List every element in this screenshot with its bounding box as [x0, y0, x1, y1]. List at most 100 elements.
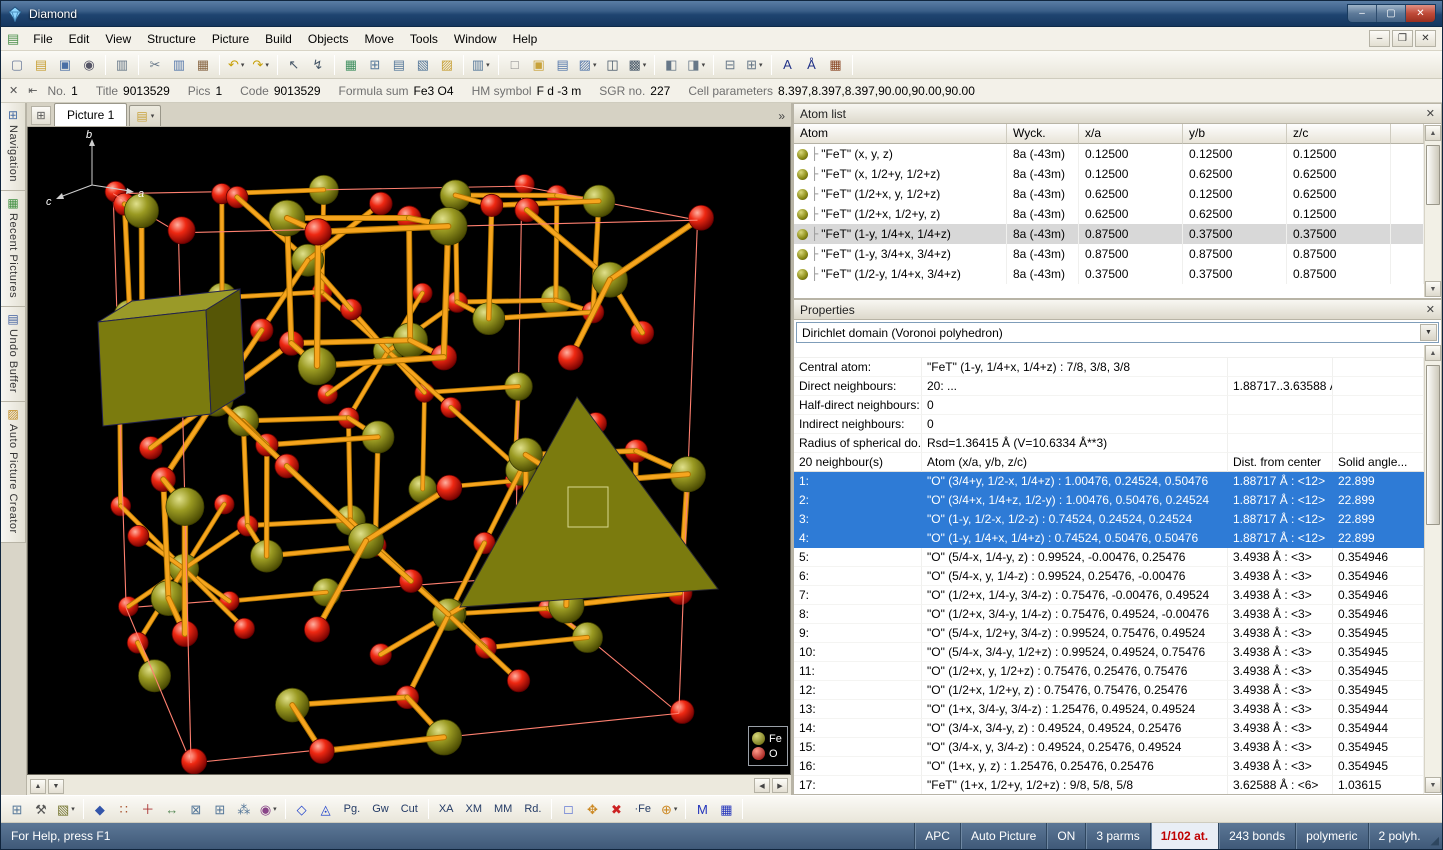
xa-button-button[interactable]: XA — [434, 798, 459, 820]
sidebar-tab-recent-pictures[interactable]: ▦Recent Pictures — [1, 191, 26, 307]
coordination-sphere-button[interactable]: ◉▾ — [257, 798, 280, 820]
cut-button-button[interactable]: Cut — [396, 798, 423, 820]
scroll-up-icon[interactable]: ▲ — [1425, 125, 1441, 141]
data-sheet-button[interactable]: ▥▾ — [469, 54, 493, 76]
oxygen-atom[interactable] — [181, 749, 206, 774]
oxygen-atom[interactable] — [689, 205, 714, 230]
neighbour-row[interactable]: 10:"O" (5/4-x, 3/4-y, 1/2+z) : 0.99524, … — [794, 643, 1424, 662]
scroll-down-icon[interactable]: ▼ — [1425, 281, 1441, 297]
active-document-icon[interactable]: ▤ — [7, 31, 19, 47]
xm-button-button[interactable]: XM — [461, 798, 488, 820]
neighbour-row[interactable]: 11:"O" (1/2+x, y, 1/2+z) : 0.75476, 0.25… — [794, 662, 1424, 681]
oxygen-atom[interactable] — [515, 174, 534, 193]
rd-button-button[interactable]: Rd. — [519, 798, 546, 820]
cut-button[interactable]: ✂ — [144, 54, 166, 76]
menu-objects[interactable]: Objects — [300, 29, 357, 49]
undo-button[interactable]: ↶▾ — [225, 54, 247, 76]
neighbour-row[interactable]: 14:"O" (3/4-x, 3/4-y, z) : 0.49524, 0.49… — [794, 719, 1424, 738]
atom-row[interactable]: ├"FeT" (1/2+x, 1/2+y, z)8a (-43m)0.62500… — [794, 204, 1424, 224]
title-bar[interactable]: Diamond – ▢ ✕ — [1, 1, 1442, 27]
broken-bonds-button[interactable]: ⁂ — [233, 798, 255, 820]
pan-right-button[interactable]: ▶ — [772, 778, 788, 793]
structure-svg[interactable]: bac — [28, 127, 791, 775]
table-highlight-button[interactable]: ▨ — [436, 54, 458, 76]
combo-dropdown-icon[interactable]: ▼ — [1420, 324, 1437, 341]
menu-view[interactable]: View — [97, 29, 139, 49]
neighbour-row[interactable]: 12:"O" (1/2+x, 1/2+y, z) : 0.75476, 0.75… — [794, 681, 1424, 700]
scroll-up-icon[interactable]: ▲ — [1425, 345, 1441, 361]
viewing-direction-button[interactable]: ⊕▾ — [658, 798, 680, 820]
property-row-central-atom[interactable]: Central atom:"FeT" (1-y, 1/4+x, 1/4+z) :… — [794, 358, 1424, 377]
print-button[interactable]: ▥ — [111, 54, 133, 76]
polyhedron-outline-button[interactable]: ◇ — [291, 798, 313, 820]
oxygen-atom[interactable] — [309, 739, 334, 764]
polyhedron-triangle[interactable] — [460, 397, 718, 607]
menu-edit[interactable]: Edit — [61, 29, 98, 49]
pan-left-button[interactable]: ◀ — [754, 778, 770, 793]
atom-row[interactable]: ├"FeT" (1-y, 3/4+x, 3/4+z)8a (-43m)0.875… — [794, 244, 1424, 264]
oxygen-atom[interactable] — [558, 345, 583, 370]
measure-tool-button[interactable]: Å — [801, 54, 823, 76]
menu-help[interactable]: Help — [505, 29, 546, 49]
neighbour-row[interactable]: 16:"O" (1+x, y, z) : 1.25476, 0.25476, 0… — [794, 757, 1424, 776]
mm-button-button[interactable]: MM — [489, 798, 517, 820]
atom-row[interactable]: ├"FeT" (x, y, z)8a (-43m)0.125000.125000… — [794, 144, 1424, 164]
measure-mode-button[interactable]: M — [691, 798, 713, 820]
polyhedron-cube-front[interactable] — [98, 310, 211, 426]
select-pointer-button[interactable]: ↖ — [283, 54, 305, 76]
polyhedron-center-button[interactable]: ◬ — [315, 798, 337, 820]
picture-wizard-button[interactable]: ▧▾ — [54, 798, 78, 820]
oxygen-atom[interactable] — [670, 700, 694, 724]
menu-structure[interactable]: Structure — [139, 29, 204, 49]
sidebar-tab-auto-picture-creator[interactable]: ▨Auto Picture Creator — [1, 402, 26, 543]
structure-canvas[interactable]: bac FeO — [27, 127, 791, 775]
packing-range-button[interactable]: ⊞ — [209, 798, 231, 820]
atom-list-close-icon[interactable]: ✕ — [1426, 107, 1435, 120]
oxygen-atom[interactable] — [507, 669, 529, 691]
atom-list-scrollbar[interactable]: ▲ ▼ — [1424, 125, 1441, 297]
menu-build[interactable]: Build — [257, 29, 300, 49]
layout-split-button[interactable]: ⊟ — [719, 54, 741, 76]
text-tool-button[interactable]: A — [777, 54, 799, 76]
table-small-button[interactable]: ⊞ — [6, 798, 28, 820]
minimize-button[interactable]: – — [1348, 5, 1377, 22]
atom-row[interactable]: ├"FeT" (1-y, 1/4+x, 1/4+z)8a (-43m)0.875… — [794, 224, 1424, 244]
menu-tools[interactable]: Tools — [402, 29, 446, 49]
polyhedron-cube-right[interactable] — [206, 289, 245, 414]
close-infobar-icon[interactable]: ✕ — [9, 84, 18, 97]
tab-new-picture[interactable]: ▤ ▾ — [129, 105, 161, 126]
column-header-y-b[interactable]: y/b — [1183, 124, 1287, 144]
fill-cell-button[interactable]: ⊠ — [185, 798, 207, 820]
column-header-wyck[interactable]: Wyck. — [1007, 124, 1079, 144]
pane-toggle-left-button[interactable]: ◧ — [660, 54, 682, 76]
scroll-thumb[interactable] — [1426, 365, 1440, 525]
oxygen-atom[interactable] — [304, 617, 329, 642]
picture-copy-button[interactable]: ▤ — [552, 54, 574, 76]
neighbour-row[interactable]: 8:"O" (1/2+x, 3/4-y, 1/4-z) : 0.75476, 0… — [794, 605, 1424, 624]
pin-infobar-icon[interactable]: ⇤ — [28, 84, 37, 97]
resize-grip[interactable]: ◢ — [1431, 823, 1442, 849]
picture-layout-button[interactable]: ◫ — [601, 54, 623, 76]
layout-grid-button[interactable]: ⊞▾ — [743, 54, 765, 76]
rotate-tool-button[interactable]: ✖ — [605, 798, 627, 820]
scroll-thumb[interactable] — [1426, 145, 1440, 205]
move-tool-button[interactable]: ✥ — [581, 798, 603, 820]
properties-close-icon[interactable]: ✕ — [1426, 303, 1435, 316]
neighbour-row[interactable]: 13:"O" (1+x, 3/4-y, 3/4-z) : 1.25476, 0.… — [794, 700, 1424, 719]
table-view-button[interactable]: ▦ — [825, 54, 847, 76]
sidebar-tab-undo-buffer[interactable]: ▤Undo Buffer — [1, 307, 26, 402]
neighbour-row[interactable]: 2:"O" (3/4+x, 1/4+z, 1/2-y) : 1.00476, 0… — [794, 491, 1424, 510]
menu-picture[interactable]: Picture — [204, 29, 257, 49]
copy-button[interactable]: ▥ — [168, 54, 190, 76]
tab-picture-1[interactable]: Picture 1 — [54, 103, 127, 126]
oxygen-atom[interactable] — [437, 475, 462, 500]
property-row-radius-of-spherical-do[interactable]: Radius of spherical do...Rsd=1.36415 Å (… — [794, 434, 1424, 453]
find-button[interactable]: ◉ — [78, 54, 100, 76]
context-help-button[interactable]: ↯ — [307, 54, 329, 76]
neighbour-row[interactable]: 9:"O" (5/4-x, 1/2+y, 3/4-z) : 0.99524, 0… — [794, 624, 1424, 643]
oxygen-atom[interactable] — [370, 192, 393, 215]
tab-overflow-chevron[interactable]: » — [778, 109, 789, 126]
oxygen-atom[interactable] — [481, 194, 503, 216]
cell-box-button[interactable]: □ — [557, 798, 579, 820]
oxygen-atom[interactable] — [234, 618, 254, 638]
